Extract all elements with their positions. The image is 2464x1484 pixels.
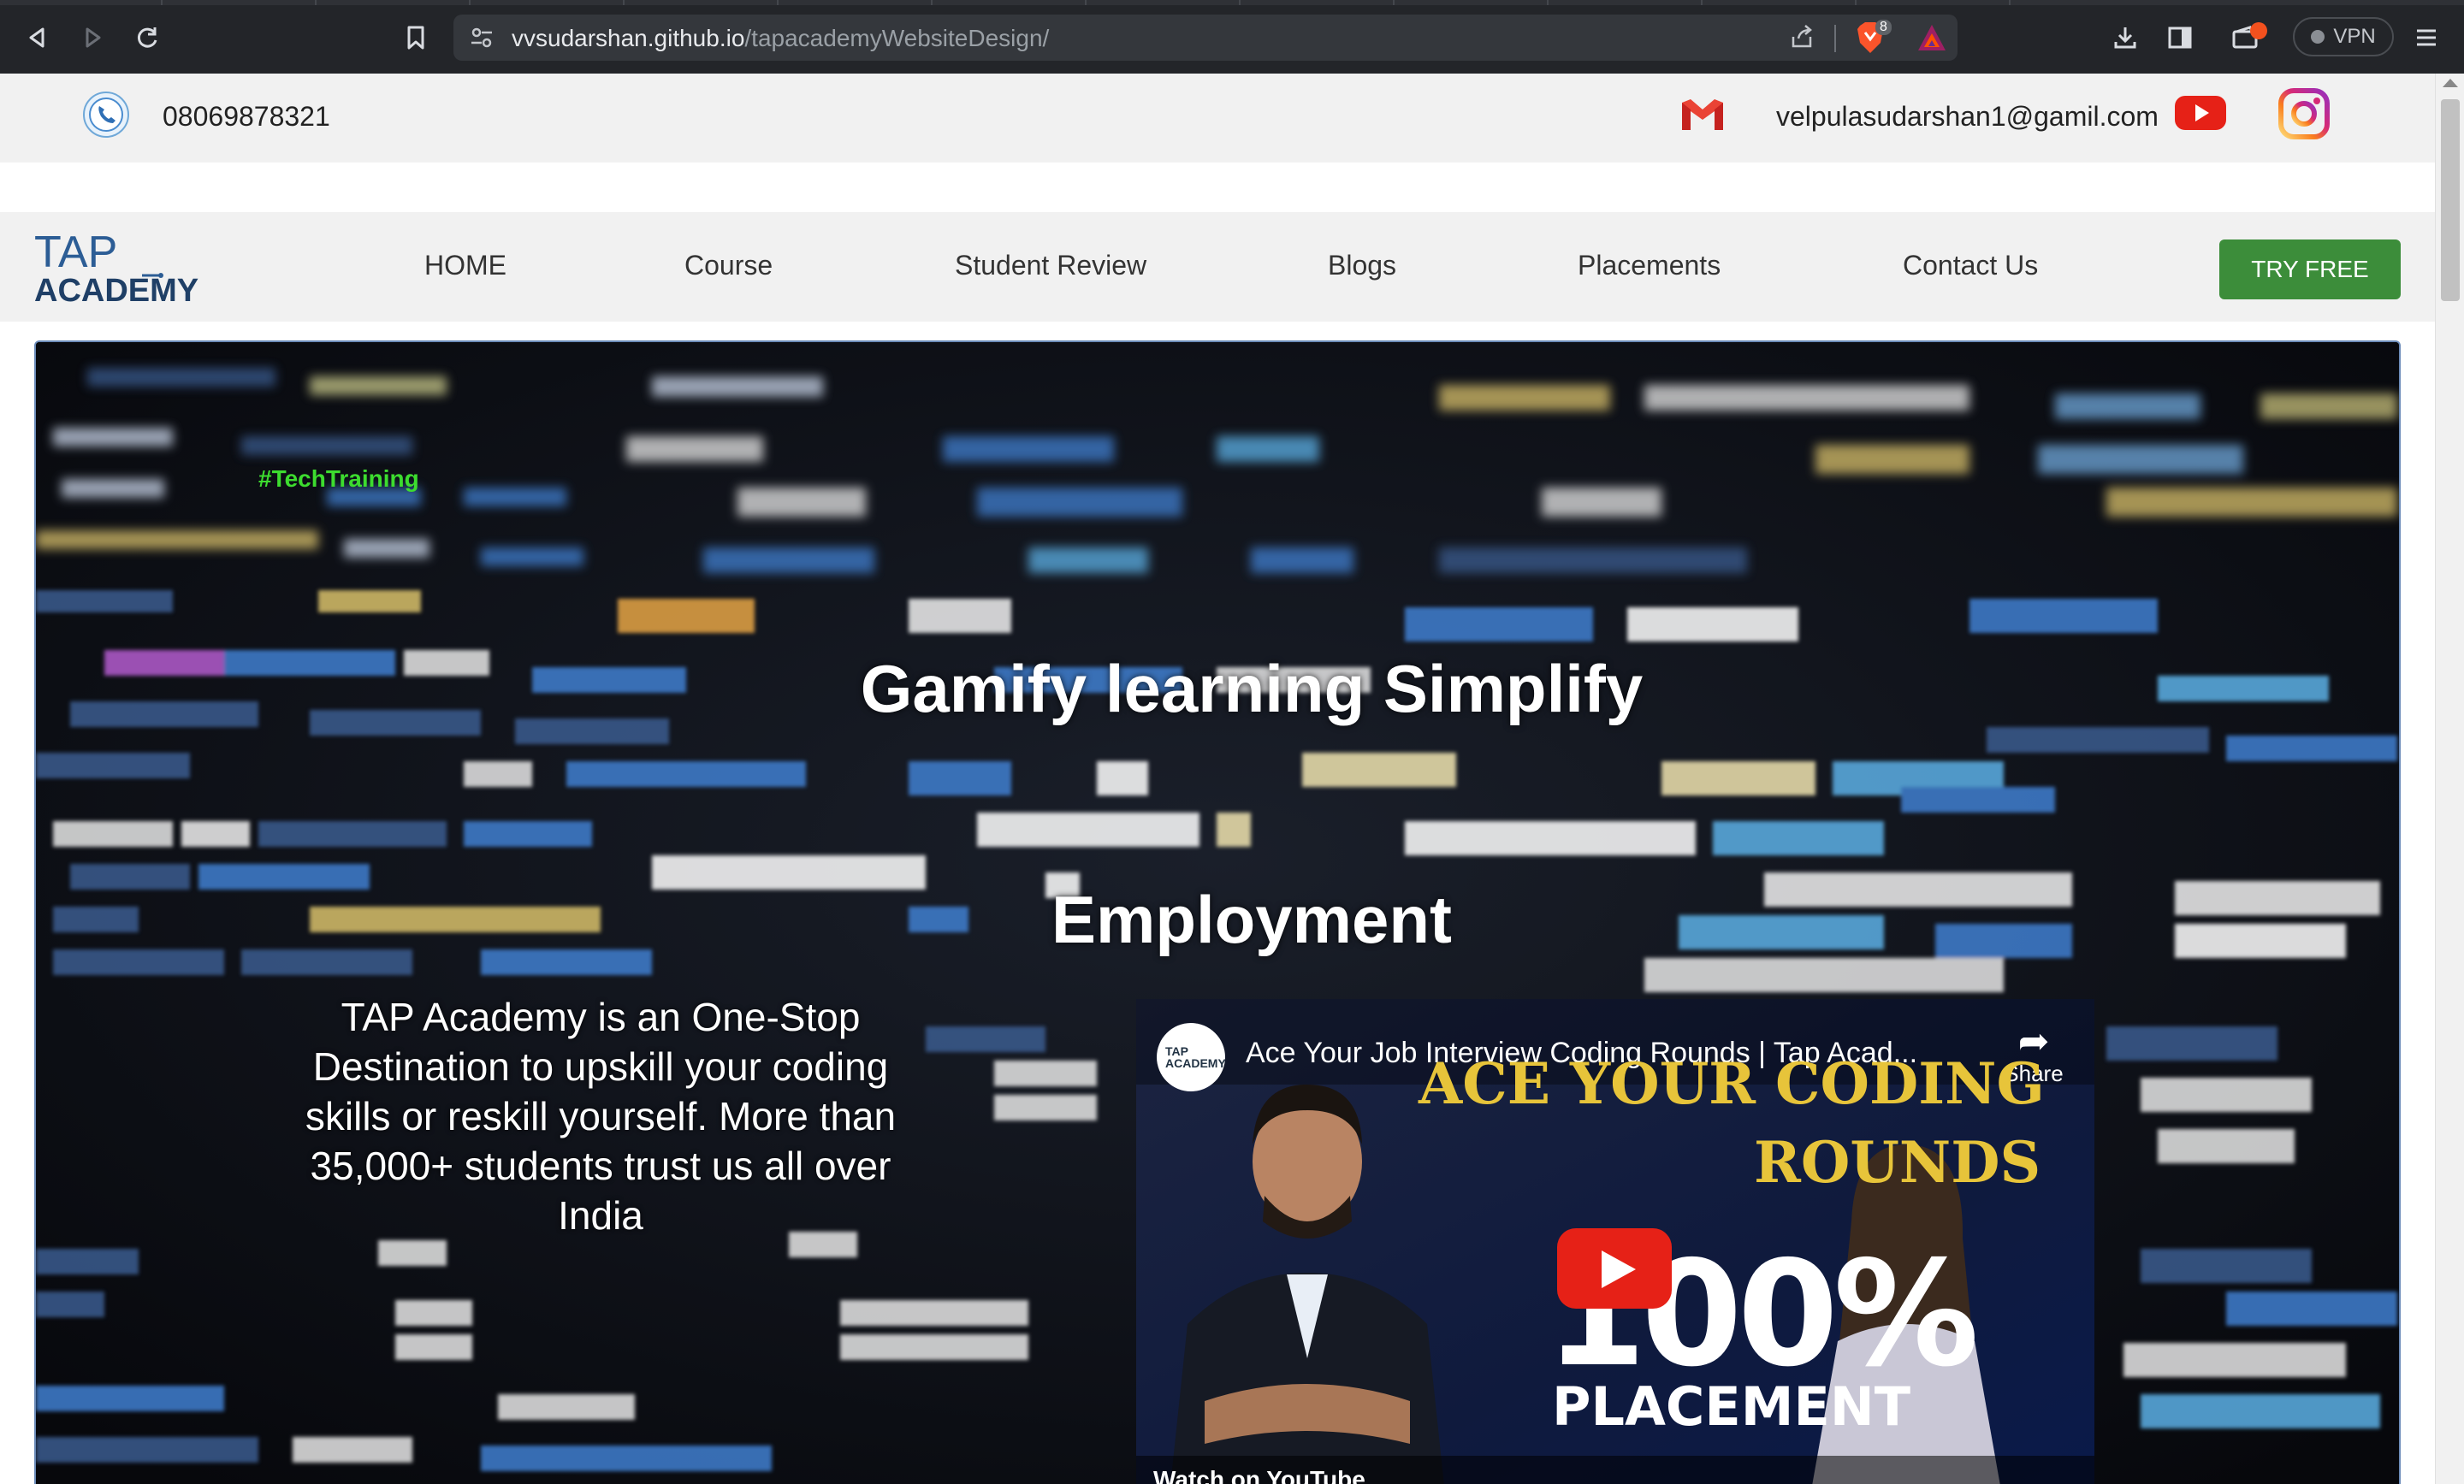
youtube-icon[interactable] — [2173, 92, 2228, 133]
hero-title-line2-text: Employment — [1051, 882, 1453, 957]
address-separator — [1834, 25, 1836, 52]
thumb-headline-1: ACE YOUR CODING — [1419, 1050, 2045, 1117]
back-icon[interactable] — [17, 17, 58, 58]
phone-number[interactable]: 08069878321 — [163, 101, 330, 133]
hero-title-line1: Gamify learning Simplify — [36, 650, 2399, 728]
contact-bar: 08069878321 velpulasudarshan1@gamil.com — [0, 74, 2435, 163]
hero-title-line1-text: Gamify learning Simplify — [860, 651, 1644, 726]
nav-home[interactable]: HOME — [424, 250, 506, 281]
url-path: /tapacademyWebsiteDesign/ — [744, 25, 1050, 51]
wallet-notification-dot — [2250, 22, 2267, 39]
vpn-button[interactable]: VPN — [2293, 17, 2394, 56]
nav-student-review[interactable]: Student Review — [955, 250, 1146, 281]
vpn-status-icon — [2311, 30, 2325, 44]
logo-academy-text: ACADEMY — [34, 273, 198, 306]
nav-blogs[interactable]: Blogs — [1328, 250, 1396, 281]
play-button-icon[interactable] — [1557, 1228, 1672, 1309]
download-icon[interactable] — [2105, 17, 2146, 58]
header-spacer — [0, 163, 2435, 212]
nav-placements[interactable]: Placements — [1578, 250, 1721, 281]
url-text[interactable]: vvsudarshan.github.io/tapacademyWebsiteD… — [512, 25, 1049, 52]
shields-count-badge: 8 — [1875, 20, 1892, 35]
site-settings-icon[interactable] — [469, 25, 495, 50]
tech-training-tag: #TechTraining — [258, 465, 419, 492]
phone-icon — [82, 91, 130, 139]
try-free-button[interactable]: TRY FREE — [2219, 239, 2401, 299]
forward-icon[interactable] — [72, 17, 113, 58]
reload-icon[interactable] — [127, 17, 168, 58]
thumb-placement: PLACEMENT — [1552, 1375, 1911, 1438]
nav-course[interactable]: Course — [684, 250, 773, 281]
address-bar[interactable]: vvsudarshan.github.io/tapacademyWebsiteD… — [453, 15, 1958, 61]
page-scrollbar[interactable] — [2435, 74, 2464, 1484]
share-icon[interactable] — [1788, 23, 1815, 57]
browser-toolbar: vvsudarshan.github.io/tapacademyWebsiteD… — [0, 0, 2464, 74]
tab-strip — [0, 0, 2464, 5]
email-address[interactable]: velpulasudarshan1@gamil.com — [1776, 101, 2159, 133]
hero-description: TAP Academy is an One-Stop Destination t… — [305, 995, 897, 1238]
instagram-icon[interactable] — [2277, 87, 2331, 140]
url-host: vvsudarshan.github.io — [512, 25, 745, 51]
tap-academy-logo[interactable]: TAP ACADEMY — [33, 228, 209, 309]
brave-rewards-icon[interactable] — [1916, 23, 1947, 52]
sidebar-icon[interactable] — [2159, 17, 2200, 58]
gmail-icon[interactable] — [1679, 96, 1727, 133]
thumb-headline-2: ROUNDS — [1754, 1129, 2041, 1196]
channel-avatar-text: TAP ACADEMY — [1165, 1044, 1226, 1070]
hero-banner: #TechTraining Gamify learning Simplify E… — [34, 340, 2401, 1484]
main-nav: TAP ACADEMY HOME Course Student Review B… — [0, 212, 2435, 322]
scrollbar-thumb[interactable] — [2441, 99, 2460, 301]
hero-title-line2: Employment — [36, 881, 2399, 959]
channel-avatar[interactable]: TAP ACADEMY — [1157, 1023, 1226, 1091]
nav-contact-us[interactable]: Contact Us — [1903, 250, 2038, 281]
vpn-label: VPN — [2333, 25, 2376, 48]
bookmark-icon[interactable] — [395, 17, 436, 58]
watch-on-youtube[interactable]: Watch on YouTube — [1153, 1466, 1365, 1484]
scroll-up-arrow-icon[interactable] — [2443, 79, 2458, 87]
menu-icon[interactable] — [2406, 17, 2447, 58]
logo-tap-text: TAP — [34, 229, 117, 277]
youtube-embed[interactable]: TAP ACADEMY Ace Your Job Interview Codin… — [1136, 999, 2094, 1484]
